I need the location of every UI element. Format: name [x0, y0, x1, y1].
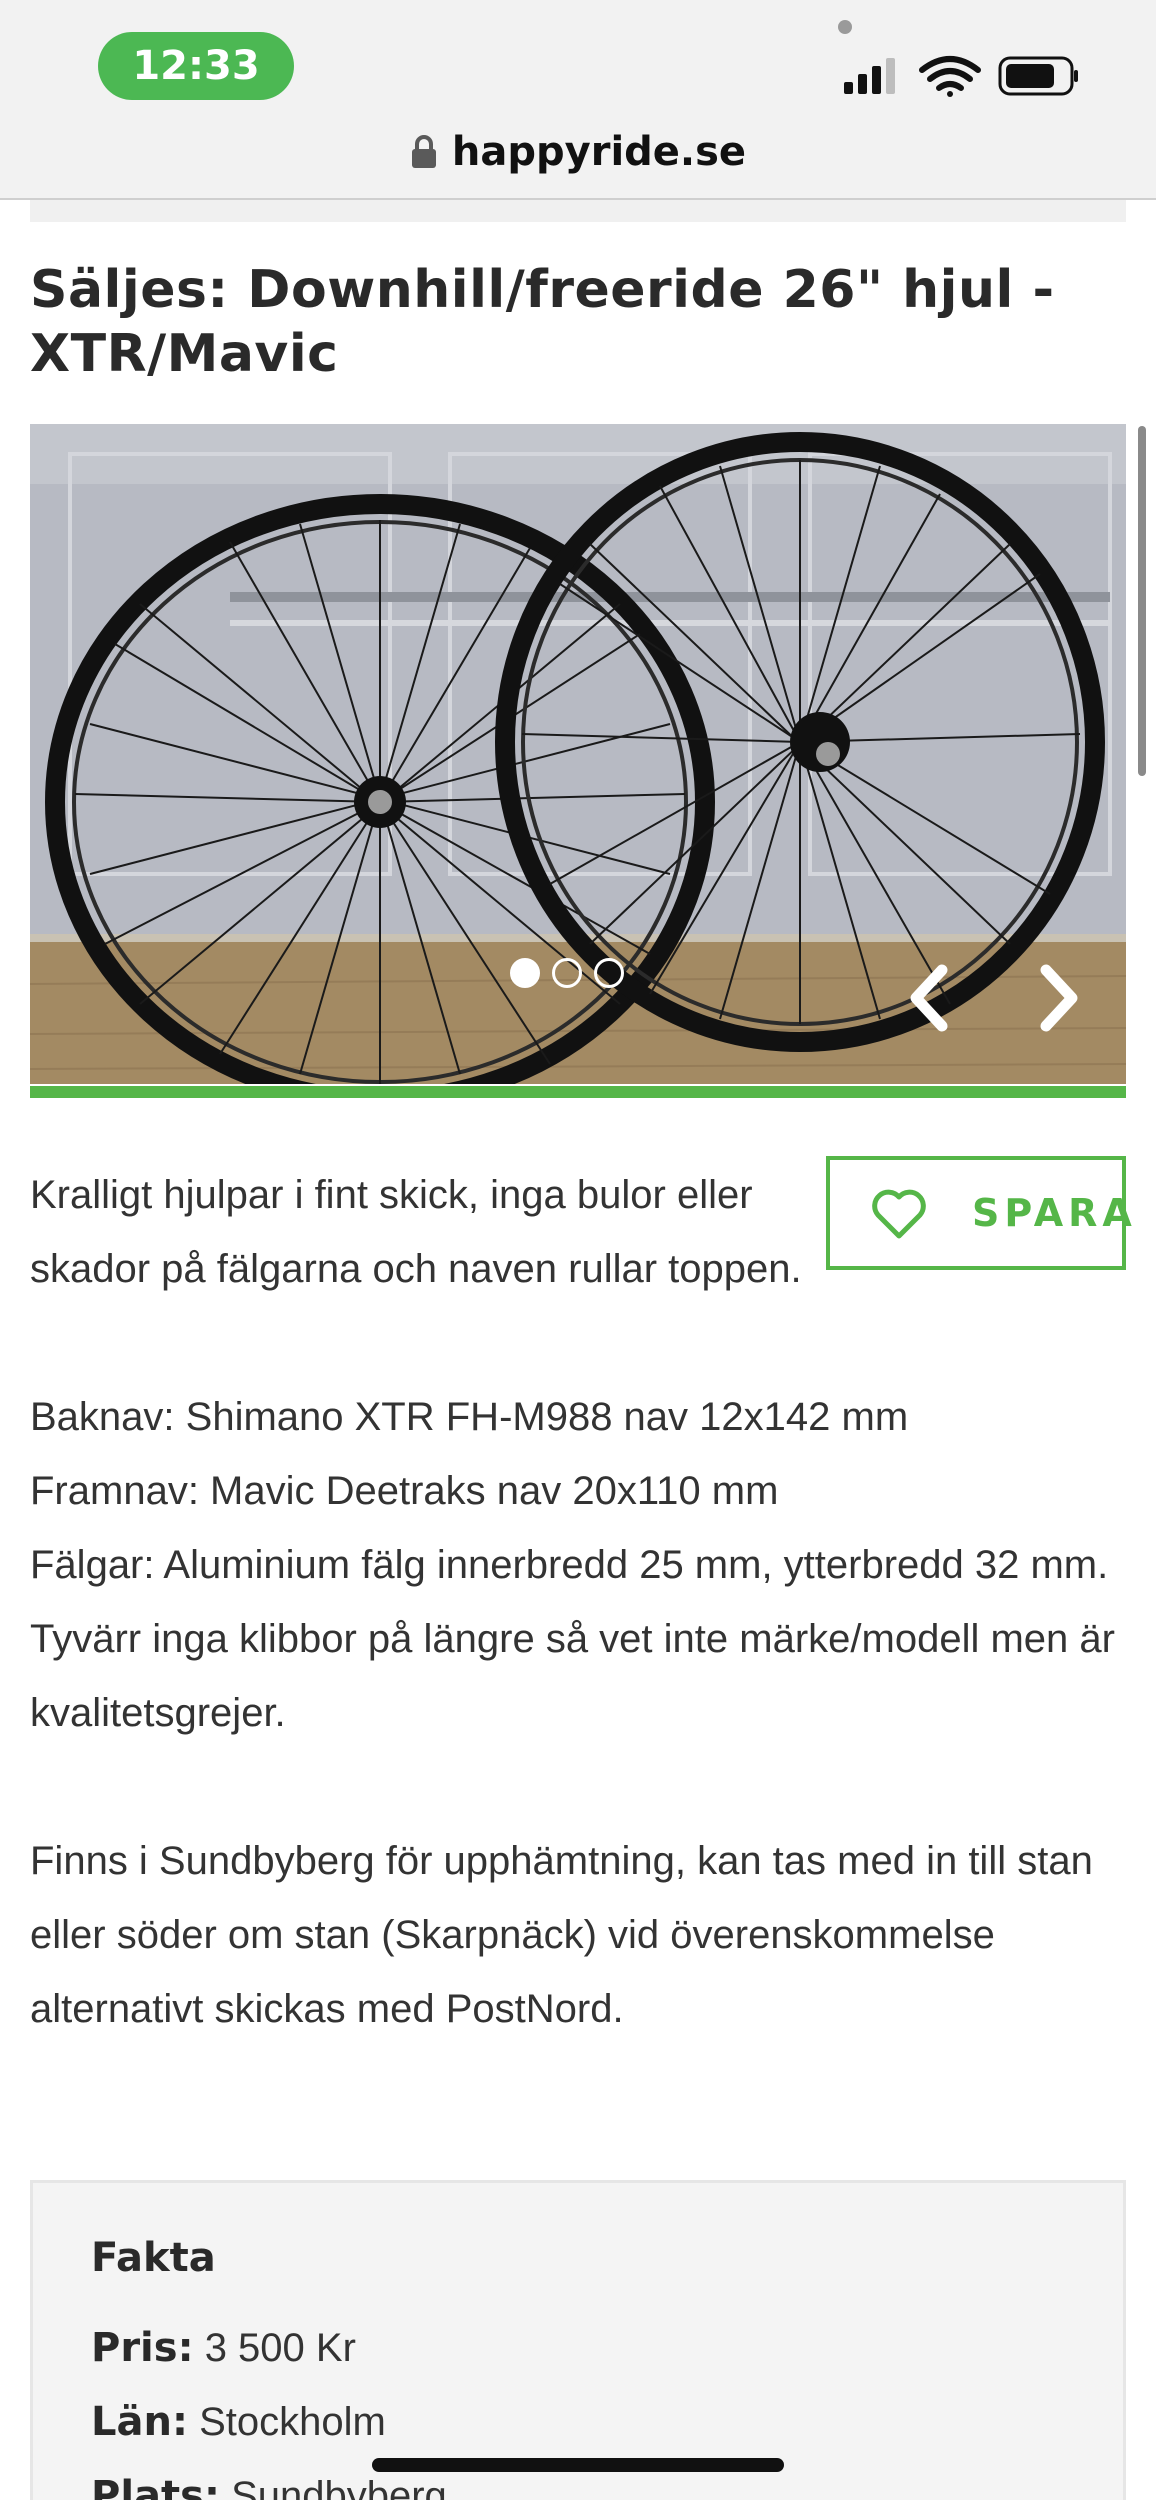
fact-price-label: Pris: [91, 2325, 194, 2371]
listing-description: Kralligt hjulpar i fint skick, inga bulo… [30, 1158, 1126, 2046]
gallery-pagination [510, 958, 624, 988]
home-indicator[interactable] [372, 2458, 784, 2472]
page-top-divider [30, 200, 1126, 222]
fact-county: Län: Stockholm [91, 2399, 386, 2445]
url-text[interactable]: happyride.se [452, 129, 746, 175]
gallery-dot-3[interactable] [594, 958, 624, 988]
battery-icon [998, 56, 1078, 96]
status-time: 12:33 [98, 32, 294, 100]
fact-place-label: Plats: [91, 2473, 220, 2500]
description-paragraph-3: Finns i Sundbyberg för upphämtning, kan … [30, 1839, 1093, 2031]
gallery-accent-bar [30, 1086, 1126, 1098]
status-icons [844, 56, 1078, 97]
facts-title: Fakta [91, 2235, 216, 2281]
gallery-dot-2[interactable] [552, 958, 582, 988]
description-front-hub: Framnav: Mavic Deetraks nav 20x110 mm [30, 1469, 779, 1513]
page-scrollbar[interactable] [1138, 426, 1146, 776]
listing-title: Säljes: Downhill/freeride 26" hjul - XTR… [30, 260, 1055, 384]
signal-icon [844, 58, 895, 94]
lock-icon [411, 135, 436, 168]
status-bar: 12:33 [0, 0, 1156, 116]
gallery-dot-1[interactable] [510, 958, 540, 988]
facts-box: Fakta Pris: 3 500 Kr Län: Stockholm Plat… [30, 2180, 1126, 2500]
fact-place: Plats: Sundbyberg [91, 2473, 447, 2500]
wifi-icon [919, 56, 981, 91]
fact-price-value: 3 500 Kr [204, 2326, 356, 2370]
fact-county-value: Stockholm [199, 2400, 386, 2444]
fact-place-value: Sundbyberg [231, 2474, 447, 2500]
chevron-right-icon[interactable] [1022, 958, 1092, 1038]
description-paragraph-1: Kralligt hjulpar i fint skick, inga bulo… [30, 1173, 802, 1291]
fact-price: Pris: 3 500 Kr [91, 2325, 356, 2371]
camera-indicator [838, 20, 852, 34]
browser-url-bar[interactable]: happyride.se [0, 116, 1156, 200]
description-rims: Fälgar: Aluminium fälg innerbredd 25 mm,… [30, 1543, 1115, 1735]
chevron-left-icon[interactable] [896, 958, 966, 1038]
fact-county-label: Län: [91, 2399, 188, 2445]
description-rear-hub: Baknav: Shimano XTR FH-M988 nav 12x142 m… [30, 1395, 909, 1439]
